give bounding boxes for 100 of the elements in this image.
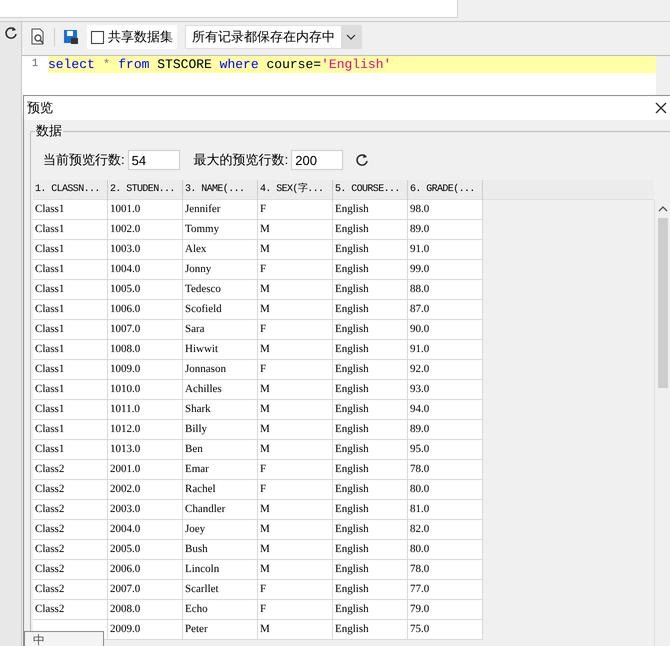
preview-icon[interactable] (30, 28, 46, 46)
table-cell: 93.0 (408, 380, 483, 400)
table-cell: English (333, 520, 408, 540)
table-cell: 1011.0 (108, 400, 183, 420)
group-title: 数据 (35, 122, 63, 140)
table-cell: F (258, 580, 333, 600)
table-cell: 2001.0 (108, 460, 183, 480)
table-cell: 95.0 (408, 440, 483, 460)
table-cell: Lincoln (183, 560, 258, 580)
table-cell: 77.0 (408, 580, 483, 600)
table-cell: Peter (183, 620, 258, 640)
table-cell: Class1 (33, 320, 108, 340)
table-cell: Class1 (33, 220, 108, 240)
table-cell: English (333, 420, 408, 440)
table-cell: 99.0 (408, 260, 483, 280)
table-cell: Jennifer (183, 200, 258, 220)
table-cell: Billy (183, 420, 258, 440)
table-cell: 2009.0 (108, 620, 183, 640)
table-cell: F (258, 460, 333, 480)
table-cell: M (258, 340, 333, 360)
table-cell: Rachel (183, 480, 258, 500)
table-cell: Class2 (33, 540, 108, 560)
table-cell: English (333, 620, 408, 640)
table-cell: Class2 (33, 460, 108, 480)
table-cell: M (258, 520, 333, 540)
table-cell: English (333, 540, 408, 560)
table-cell: Chandler (183, 500, 258, 520)
vertical-scrollbar[interactable] (654, 200, 670, 646)
table-cell: Class2 (33, 580, 108, 600)
table-cell: English (333, 260, 408, 280)
table-cell: 91.0 (408, 340, 483, 360)
table-cell: English (333, 380, 408, 400)
table-cell: 89.0 (408, 420, 483, 440)
close-icon[interactable] (654, 101, 668, 115)
table-cell: M (258, 240, 333, 260)
table-cell: English (333, 200, 408, 220)
table-cell: 81.0 (408, 500, 483, 520)
table-cell: 2006.0 (108, 560, 183, 580)
table-cell: Sara (183, 320, 258, 340)
max-rows-label: 最大的预览行数: (194, 151, 288, 170)
current-rows-field[interactable]: 54 (128, 150, 180, 170)
table-cell: 1010.0 (108, 380, 183, 400)
table-cell: English (333, 280, 408, 300)
save-icon[interactable] (63, 29, 79, 45)
table-cell: 1005.0 (108, 280, 183, 300)
table-cell: Class1 (33, 400, 108, 420)
table-cell: Class1 (33, 280, 108, 300)
refresh-icon[interactable] (355, 153, 370, 167)
table-cell: English (333, 300, 408, 320)
table-cell: F (258, 360, 333, 380)
table-cell: M (258, 420, 333, 440)
table-cell: 2002.0 (108, 480, 183, 500)
table-cell: Tommy (183, 220, 258, 240)
table-cell: 92.0 (408, 360, 483, 380)
table-cell: Class2 (33, 600, 108, 620)
table-cell: Class1 (33, 380, 108, 400)
table-cell: Tedesco (183, 280, 258, 300)
table-cell: M (258, 440, 333, 460)
table-cell: Emar (183, 460, 258, 480)
table-cell: Class1 (33, 440, 108, 460)
table-cell: F (258, 200, 333, 220)
table-cell: Joey (183, 520, 258, 540)
table-cell: Alex (183, 240, 258, 260)
table-cell: 79.0 (408, 600, 483, 620)
table-cell: M (258, 220, 333, 240)
table-cell: 80.0 (408, 480, 483, 500)
table-cell: Class2 (33, 500, 108, 520)
table-cell: Achilles (183, 380, 258, 400)
table-cell: Shark (183, 400, 258, 420)
table-cell: 90.0 (408, 320, 483, 340)
storage-mode-dropdown[interactable]: 所有记录都保存在内存中 (185, 25, 362, 49)
share-dataset-checkbox[interactable]: 共享数据集 (87, 25, 177, 49)
table-cell: English (333, 400, 408, 420)
table-cell: 1009.0 (108, 360, 183, 380)
table-cell: 1001.0 (108, 200, 183, 220)
refresh-icon[interactable] (4, 26, 18, 40)
table-cell: M (258, 380, 333, 400)
table-cell: 2008.0 (108, 600, 183, 620)
current-rows-label: 当前预览行数: (43, 151, 125, 170)
caret-icon (346, 34, 356, 40)
table-cell: 91.0 (408, 240, 483, 260)
line-number: 1 (32, 57, 38, 72)
table-cell: 2004.0 (108, 520, 183, 540)
dialog-title: 预览 (27, 99, 53, 118)
table-cell: English (333, 240, 408, 260)
table-cell: Echo (183, 600, 258, 620)
table-cell: English (333, 440, 408, 460)
table-cell: 1013.0 (108, 440, 183, 460)
table-cell: Class2 (33, 520, 108, 540)
table-cell: 2007.0 (108, 580, 183, 600)
table-cell: English (333, 360, 408, 380)
max-rows-field[interactable]: 200 (291, 150, 344, 170)
table-cell: English (333, 600, 408, 620)
input-method-bar[interactable]: 中 (24, 631, 104, 646)
table-cell: M (258, 540, 333, 560)
table-cell: Scarllet (183, 580, 258, 600)
scrollbar-thumb[interactable] (658, 218, 668, 388)
scroll-up-icon[interactable] (658, 206, 668, 212)
table-cell: English (333, 460, 408, 480)
table-cell: F (258, 480, 333, 500)
